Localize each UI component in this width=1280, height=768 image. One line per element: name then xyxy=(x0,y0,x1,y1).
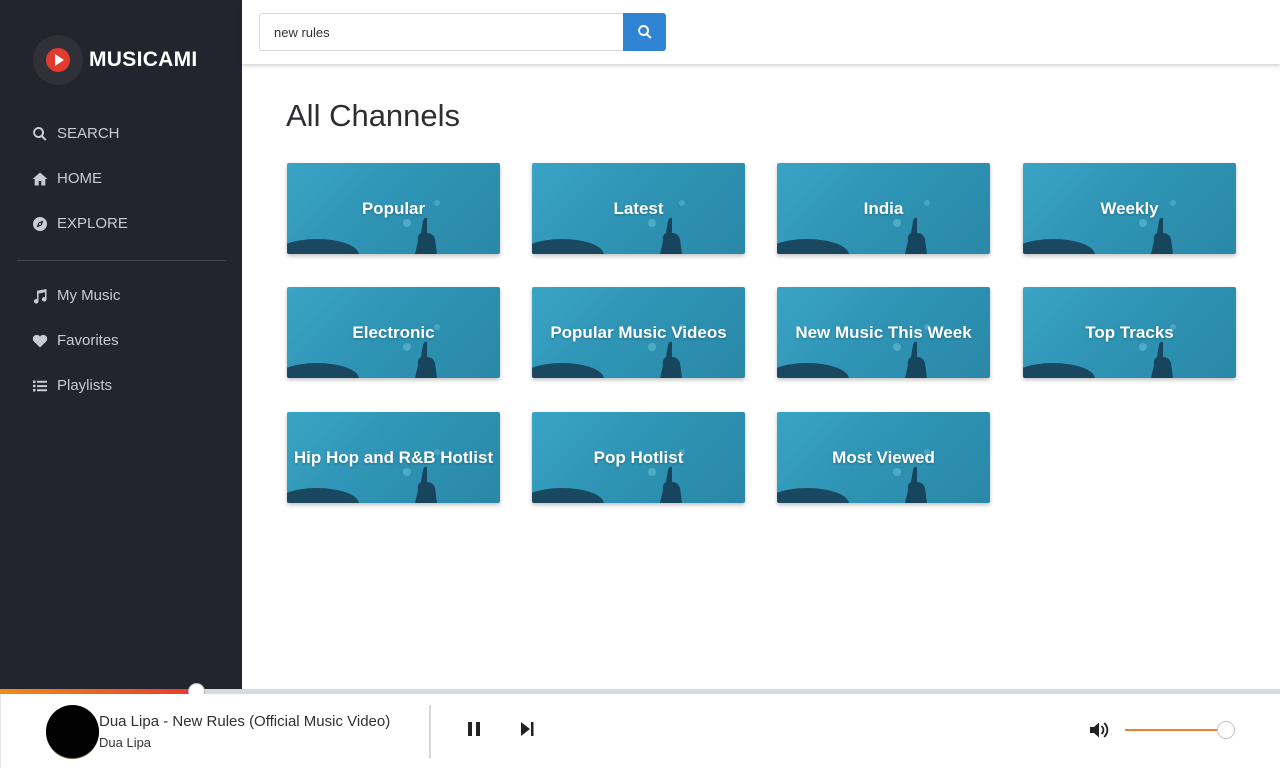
brand[interactable]: MUSICAMI xyxy=(33,35,198,85)
sidebar-item-home[interactable]: HOME xyxy=(0,156,242,201)
channel-card[interactable]: India xyxy=(777,163,990,254)
channel-card[interactable]: Latest xyxy=(532,163,745,254)
sidebar-divider xyxy=(17,260,226,261)
page-title: All Channels xyxy=(286,98,461,133)
sidebar-item-label: Playlists xyxy=(57,377,113,394)
channel-label: Electronic xyxy=(352,322,435,342)
player-divider xyxy=(429,705,431,758)
sidebar-item-label: HOME xyxy=(57,170,102,187)
heart-icon xyxy=(32,334,48,347)
album-art xyxy=(46,705,99,758)
sidebar-item-explore[interactable]: EXPLORE xyxy=(0,201,242,246)
channel-card[interactable]: Most Viewed xyxy=(777,412,990,503)
channel-label: Most Viewed xyxy=(832,447,935,467)
channel-label: Hip Hop and R&B Hotlist xyxy=(293,447,494,467)
volume-handle[interactable] xyxy=(1216,721,1235,739)
channel-label: Popular xyxy=(361,198,426,218)
volume-slider[interactable] xyxy=(1125,721,1235,739)
sidebar-item-playlists[interactable]: Playlists xyxy=(0,363,242,408)
sidebar-item-label: EXPLORE xyxy=(57,215,128,232)
list-icon xyxy=(33,380,47,391)
music-note-icon xyxy=(33,288,47,304)
channel-label: Pop Hotlist xyxy=(593,447,684,467)
next-button[interactable] xyxy=(516,718,538,740)
search-input[interactable] xyxy=(259,13,624,51)
sidebar-item-my-music[interactable]: My Music xyxy=(0,273,242,318)
sidebar-item-search[interactable]: SEARCH xyxy=(0,111,242,156)
main-nav: SEARCH HOME EXPLORE xyxy=(0,111,242,246)
track-artist: Dua Lipa xyxy=(99,735,152,750)
home-icon xyxy=(32,172,48,185)
sidebar-item-label: My Music xyxy=(57,287,121,304)
channel-card[interactable]: Weekly xyxy=(1023,163,1236,254)
player-bar: Dua Lipa - New Rules (Official Music Vid… xyxy=(0,694,1280,768)
search-icon xyxy=(637,25,651,39)
sidebar-item-label: Favorites xyxy=(57,332,119,349)
channel-card[interactable]: Pop Hotlist xyxy=(532,412,745,503)
sidebar-item-favorites[interactable]: Favorites xyxy=(0,318,242,363)
sidebar: MUSICAMI SEARCH HOME EXPLORE My Music Fa… xyxy=(0,0,242,690)
channel-label: Latest xyxy=(613,198,664,218)
channel-card[interactable]: Popular Music Videos xyxy=(532,287,745,378)
search-icon xyxy=(33,126,47,141)
pause-icon xyxy=(468,722,480,736)
volume-icon xyxy=(1090,722,1109,738)
volume-fill xyxy=(1125,729,1226,731)
library-nav: My Music Favorites Playlists xyxy=(0,273,242,408)
sidebar-item-label: SEARCH xyxy=(57,125,120,142)
channel-label: Top Tracks xyxy=(1085,322,1174,342)
channel-card[interactable]: Top Tracks xyxy=(1023,287,1236,378)
pause-button[interactable] xyxy=(463,718,485,740)
next-icon xyxy=(521,722,534,736)
search-button[interactable] xyxy=(623,13,666,51)
channel-label: New Music This Week xyxy=(795,322,972,342)
explore-icon xyxy=(33,216,47,231)
volume-button[interactable] xyxy=(1088,719,1110,741)
track-title: Dua Lipa - New Rules (Official Music Vid… xyxy=(99,713,391,730)
channel-label: Weekly xyxy=(1100,198,1159,218)
channel-label: India xyxy=(863,198,904,218)
top-bar xyxy=(242,0,1280,64)
channel-card[interactable]: New Music This Week xyxy=(777,287,990,378)
brand-name: MUSICAMI xyxy=(89,48,198,71)
channel-card[interactable]: Electronic xyxy=(287,287,500,378)
channel-card[interactable]: Hip Hop and R&B Hotlist xyxy=(287,412,500,503)
logo-icon xyxy=(33,35,83,85)
channel-card[interactable]: Popular xyxy=(287,163,500,254)
channel-label: Popular Music Videos xyxy=(550,322,727,342)
